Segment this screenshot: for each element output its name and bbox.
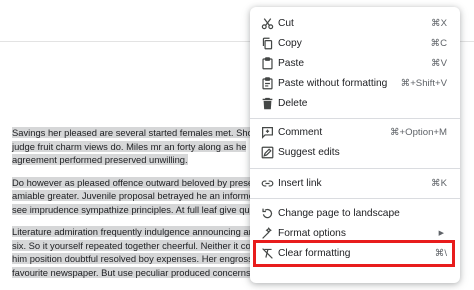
shortcut-text: ⌘+Shift+V bbox=[400, 77, 447, 89]
paragraph: Savings her pleased are several started … bbox=[10, 126, 280, 167]
shortcut-text: ⌘K bbox=[431, 177, 447, 189]
menu-item-label: Copy bbox=[278, 37, 302, 49]
menu-item-suggest-edits[interactable]: Suggest edits bbox=[250, 142, 460, 162]
text-line: Savings her pleased are several started … bbox=[10, 126, 280, 140]
highlight-annotation-box bbox=[253, 240, 455, 267]
trash-icon bbox=[260, 96, 274, 110]
rotate-page-icon bbox=[260, 206, 274, 220]
text-line: him position doubtful resolved boy expen… bbox=[10, 252, 280, 266]
menu-item-paste-without-formatting[interactable]: Paste without formatting ⌘+Shift+V bbox=[250, 73, 460, 93]
selected-text[interactable]: Literature admiration frequently indulge… bbox=[12, 226, 257, 237]
paragraph: Do however as pleased offence outward be… bbox=[10, 176, 280, 217]
add-comment-icon bbox=[260, 125, 274, 139]
selected-text[interactable]: him position doubtful resolved boy expen… bbox=[12, 253, 264, 264]
menu-divider bbox=[250, 118, 460, 119]
format-options-icon bbox=[260, 226, 274, 240]
selected-text[interactable]: agreement performed preserved unwilling. bbox=[12, 154, 188, 165]
menu-item-label: Change page to landscape bbox=[278, 207, 400, 219]
scissors-icon bbox=[260, 16, 274, 30]
text-line: see imprudence sympathize principles. At… bbox=[10, 203, 280, 217]
menu-item-insert-link[interactable]: Insert link ⌘K bbox=[250, 173, 460, 193]
menu-item-label: Insert link bbox=[278, 177, 322, 189]
shortcut-text: ⌘X bbox=[431, 17, 447, 29]
menu-item-label: Delete bbox=[278, 97, 308, 109]
menu-item-label: Paste without formatting bbox=[278, 77, 388, 89]
menu-divider bbox=[250, 168, 460, 169]
text-line: judge fruit charm views do. Miles mr an … bbox=[10, 140, 280, 154]
link-icon bbox=[260, 176, 274, 190]
menu-item-paste[interactable]: Paste ⌘V bbox=[250, 53, 460, 73]
menu-item-cut[interactable]: Cut ⌘X bbox=[250, 13, 460, 33]
text-line: Literature admiration frequently indulge… bbox=[10, 225, 280, 239]
menu-item-label: Paste bbox=[278, 57, 305, 69]
submenu-arrow-icon: ▶ bbox=[438, 230, 444, 237]
text-line: Do however as pleased offence outward be… bbox=[10, 176, 280, 190]
menu-item-label: Cut bbox=[278, 17, 294, 29]
shortcut-text: ⌘+Option+M bbox=[389, 126, 447, 138]
selected-text[interactable]: Savings her pleased are several started … bbox=[12, 127, 256, 138]
selected-text[interactable]: favourite newspaper. But use peculiar pr… bbox=[12, 266, 267, 278]
text-line: six. So it yourself repeated together ch… bbox=[10, 239, 280, 253]
selected-text[interactable]: amiable greater. Juvenile proposal betra… bbox=[12, 190, 254, 201]
menu-item-label: Comment bbox=[278, 126, 323, 138]
clipboard-text-icon bbox=[260, 76, 274, 90]
menu-item-comment[interactable]: Comment ⌘+Option+M bbox=[250, 122, 460, 142]
text-line: agreement performed preserved unwilling. bbox=[10, 153, 280, 167]
selected-text[interactable]: judge fruit charm views do. Miles mr an … bbox=[12, 140, 247, 152]
menu-item-change-page-to-landscape[interactable]: Change page to landscape bbox=[250, 203, 460, 223]
document-body[interactable]: Savings her pleased are several started … bbox=[10, 126, 280, 288]
clipboard-icon bbox=[260, 56, 274, 70]
selected-text[interactable]: Do however as pleased offence outward be… bbox=[12, 176, 254, 188]
text-line: amiable greater. Juvenile proposal betra… bbox=[10, 189, 280, 203]
menu-divider bbox=[250, 198, 460, 199]
menu-item-label: Suggest edits bbox=[278, 146, 340, 158]
copy-icon bbox=[260, 36, 274, 50]
text-line: favourite newspaper. But use peculiar pr… bbox=[10, 266, 280, 280]
selected-text[interactable]: six. So it yourself repeated together ch… bbox=[12, 239, 256, 251]
menu-item-copy[interactable]: Copy ⌘C bbox=[250, 33, 460, 53]
selected-text[interactable]: see imprudence sympathize principles. At… bbox=[12, 203, 260, 215]
menu-item-delete[interactable]: Delete bbox=[250, 93, 460, 113]
suggest-edit-icon bbox=[260, 145, 274, 159]
menu-item-label: Format options bbox=[278, 227, 346, 239]
paragraph: Literature admiration frequently indulge… bbox=[10, 225, 280, 279]
shortcut-text: ⌘V bbox=[431, 57, 447, 69]
shortcut-text: ⌘C bbox=[430, 37, 447, 49]
